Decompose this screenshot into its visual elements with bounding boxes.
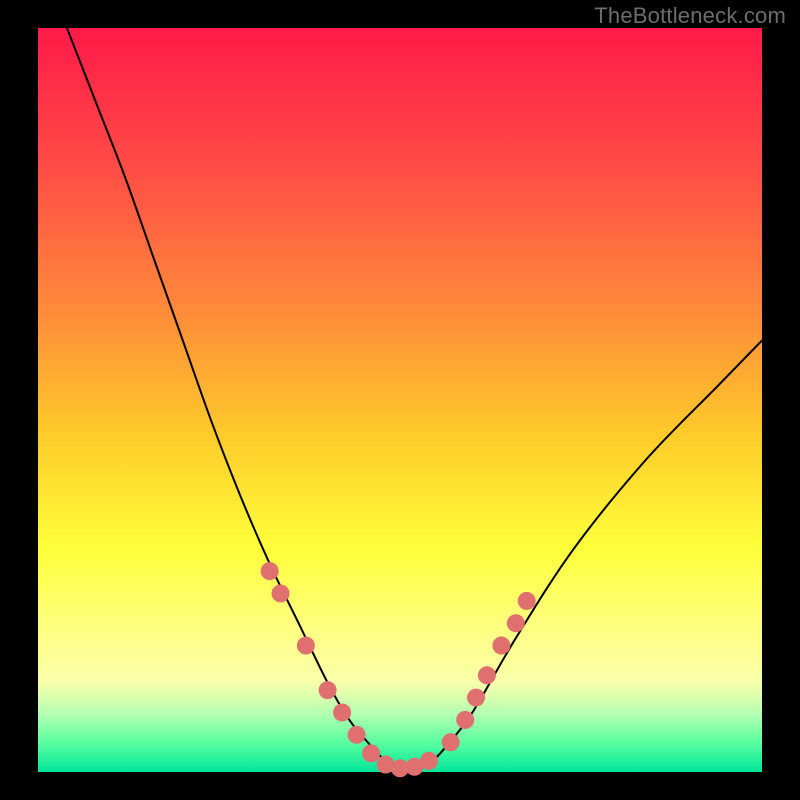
- data-marker: [333, 703, 351, 721]
- data-marker: [297, 637, 315, 655]
- data-marker: [362, 744, 380, 762]
- data-marker: [507, 614, 525, 632]
- data-marker: [272, 584, 290, 602]
- marker-layer: [261, 562, 536, 777]
- plot-area: [38, 28, 762, 772]
- data-marker: [492, 637, 510, 655]
- data-marker: [456, 711, 474, 729]
- data-marker: [420, 752, 438, 770]
- data-marker: [319, 681, 337, 699]
- chart-frame: TheBottleneck.com: [0, 0, 800, 800]
- data-marker: [478, 666, 496, 684]
- data-marker: [467, 689, 485, 707]
- data-marker: [442, 733, 460, 751]
- data-marker: [518, 592, 536, 610]
- data-marker: [348, 726, 366, 744]
- watermark-text: TheBottleneck.com: [594, 3, 786, 29]
- bottleneck-curve-svg: [38, 28, 762, 772]
- data-marker: [261, 562, 279, 580]
- bottleneck-curve: [38, 0, 762, 769]
